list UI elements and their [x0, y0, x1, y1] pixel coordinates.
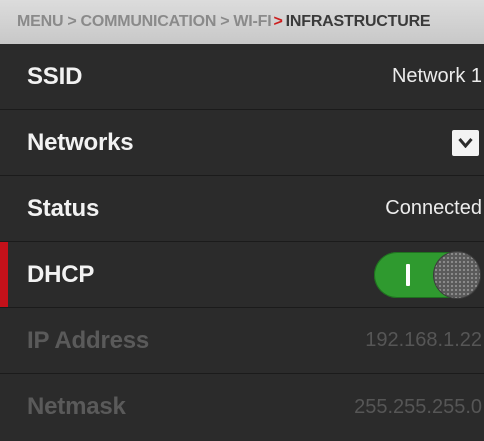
ip-address-row: IP Address 192.168.1.22 [0, 308, 484, 374]
chevron-down-icon [458, 138, 473, 148]
dhcp-toggle[interactable] [374, 251, 480, 298]
networks-row[interactable]: Networks [0, 110, 484, 176]
dhcp-label: DHCP [27, 260, 95, 288]
selection-indicator [0, 242, 8, 307]
netmask-value: 255.255.255.0 [354, 395, 482, 418]
breadcrumb: MENU > COMMUNICATION > WI-FI > INFRASTRU… [0, 0, 484, 44]
netmask-row: Netmask 255.255.255.0 [0, 374, 484, 440]
ip-address-label: IP Address [27, 326, 150, 354]
breadcrumb-item-communication[interactable]: COMMUNICATION [80, 13, 216, 31]
toggle-on-indicator [406, 263, 410, 286]
breadcrumb-item-wifi[interactable]: WI-FI [233, 13, 271, 31]
dhcp-row[interactable]: DHCP [0, 242, 484, 308]
networks-label: Networks [27, 128, 134, 156]
ssid-row[interactable]: SSID Network 1 [0, 44, 484, 110]
status-row: Status Connected [0, 176, 484, 242]
breadcrumb-item-menu[interactable]: MENU [17, 13, 64, 31]
status-label: Status [27, 194, 100, 222]
networks-dropdown-button[interactable] [452, 129, 479, 156]
breadcrumb-separator: > [220, 13, 230, 30]
settings-list: SSID Network 1 Networks Status Connected… [0, 44, 484, 440]
breadcrumb-separator: > [67, 13, 77, 30]
status-value: Connected [385, 197, 482, 219]
ip-address-value: 192.168.1.22 [365, 329, 482, 351]
ssid-label: SSID [27, 62, 83, 90]
breadcrumb-separator-active: > [273, 13, 283, 30]
toggle-knob[interactable] [434, 251, 480, 298]
breadcrumb-current: INFRASTRUCTURE [285, 13, 431, 30]
ssid-value: Network 1 [391, 65, 482, 87]
netmask-label: Netmask [27, 393, 126, 420]
